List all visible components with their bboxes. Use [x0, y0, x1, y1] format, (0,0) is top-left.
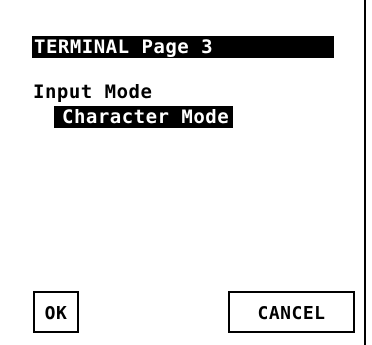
- cancel-button[interactable]: CANCEL: [228, 291, 355, 333]
- terminal-settings-screen: TERMINAL Page 3 Input Mode Character Mod…: [0, 0, 366, 345]
- input-mode-label: Input Mode: [33, 81, 153, 103]
- ok-button[interactable]: OK: [33, 291, 79, 333]
- input-mode-selector[interactable]: Character Mode: [54, 106, 234, 128]
- page-title: TERMINAL Page 3: [32, 36, 334, 58]
